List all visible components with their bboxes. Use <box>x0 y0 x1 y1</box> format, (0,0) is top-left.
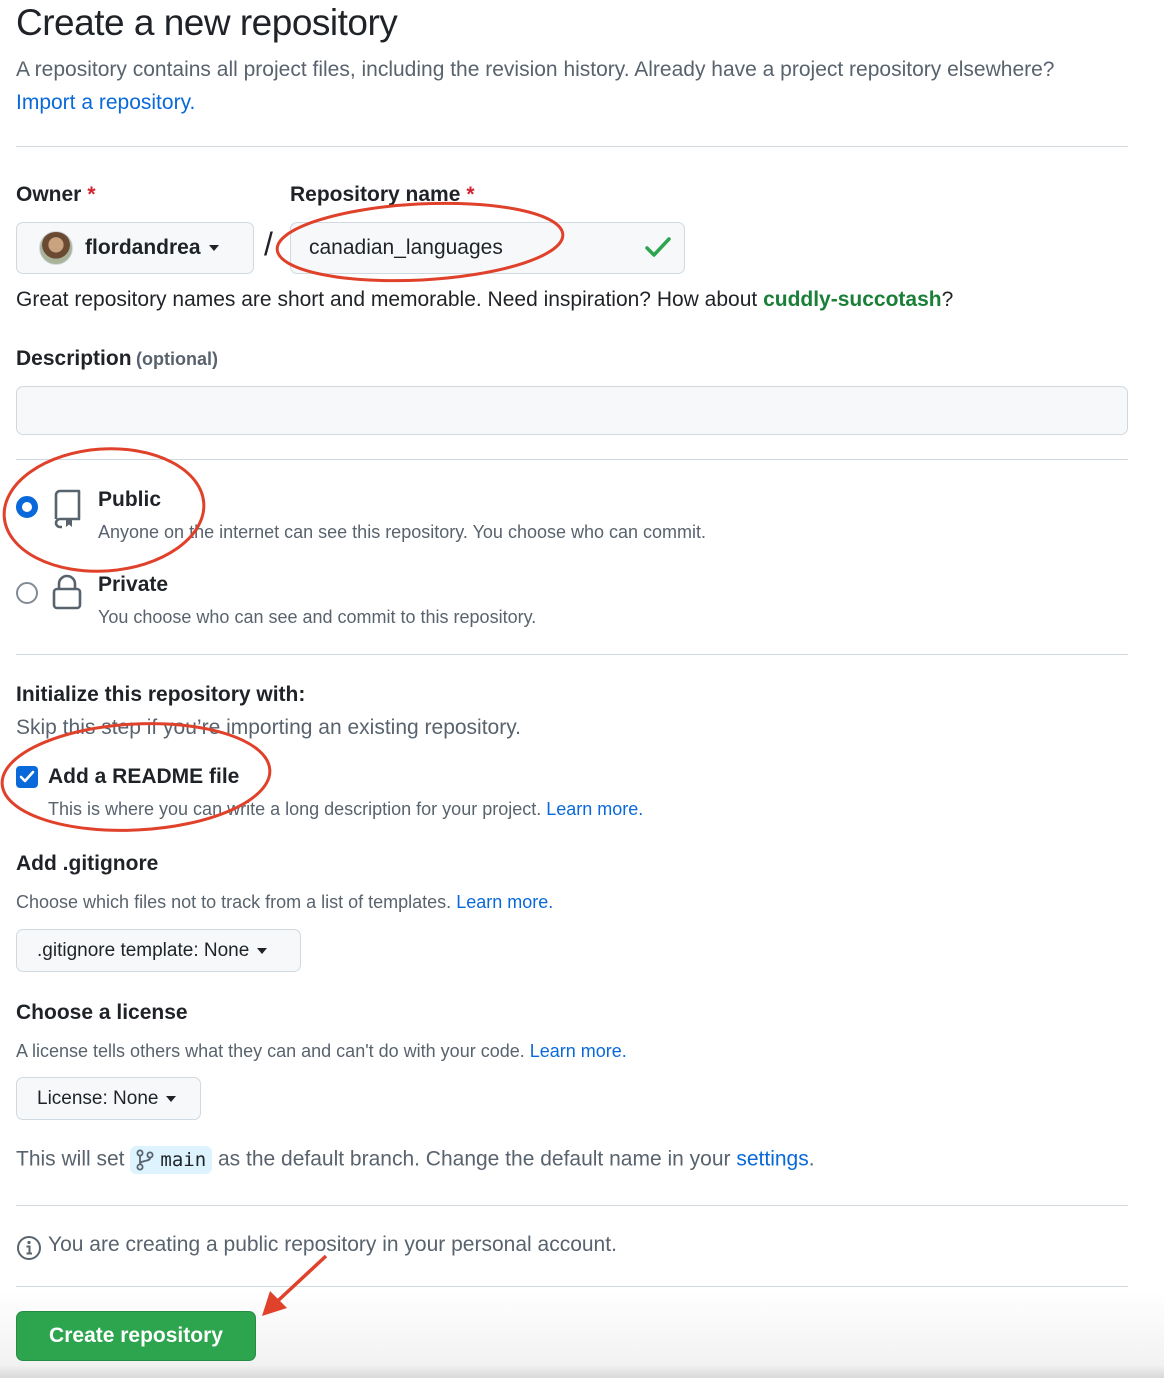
license-title: Choose a license <box>16 1001 188 1024</box>
add-readme-label[interactable]: Add a README file <box>48 765 239 789</box>
repository-name-label: Repository name * <box>290 183 475 207</box>
branch-name-badge: main <box>130 1146 213 1174</box>
description-input[interactable] <box>16 386 1128 435</box>
public-repo-notice: You are creating a public repository in … <box>48 1233 617 1256</box>
branch-prefix: This will set <box>16 1147 125 1171</box>
owner-label: Owner * <box>16 183 96 207</box>
gitignore-template-select[interactable]: .gitignore template: None <box>16 929 301 972</box>
gitignore-description: Choose which files not to track from a l… <box>16 892 553 913</box>
check-icon <box>645 237 671 257</box>
license-learn-more-link[interactable]: Learn more. <box>530 1041 627 1061</box>
repository-name-input[interactable]: canadian_languages <box>290 222 685 274</box>
description-label-text: Description <box>16 347 132 370</box>
initialize-subtitle: Skip this step if you’re importing an ex… <box>16 716 522 739</box>
owner-select[interactable]: flordandrea <box>16 222 254 274</box>
repository-name-hint: Great repository names are short and mem… <box>16 288 953 312</box>
visibility-public-description: Anyone on the internet can see this repo… <box>98 522 707 542</box>
required-mark: * <box>87 183 96 206</box>
add-readme-checkbox[interactable] <box>16 766 38 788</box>
visibility-public-radio[interactable] <box>16 496 38 518</box>
hint-text: Great repository names are short and mem… <box>16 288 758 311</box>
add-readme-description: This is where you can write a long descr… <box>48 799 643 820</box>
gitignore-description-text: Choose which files not to track from a l… <box>16 892 452 912</box>
license-select[interactable]: License: None <box>16 1077 201 1120</box>
info-icon <box>17 1236 41 1260</box>
owner-label-text: Owner <box>16 183 82 206</box>
create-repository-button[interactable]: Create repository <box>16 1311 256 1361</box>
visibility-private-description: You choose who can see and commit to thi… <box>98 607 537 627</box>
gitignore-title: Add .gitignore <box>16 852 159 875</box>
required-mark: * <box>466 183 475 206</box>
repository-name-value: canadian_languages <box>309 236 503 259</box>
initialize-title: Initialize this repository with: <box>16 683 306 706</box>
hint-suffix: ? <box>941 288 954 311</box>
gitignore-learn-more-link[interactable]: Learn more. <box>456 892 553 912</box>
divider <box>16 654 1128 655</box>
lead-text: A repository contains all project files,… <box>16 58 1055 81</box>
visibility-private-radio[interactable] <box>16 582 38 604</box>
caret-down-icon <box>208 245 219 251</box>
caret-down-icon <box>166 1095 177 1102</box>
readme-learn-more-link[interactable]: Learn more. <box>546 799 643 819</box>
visibility-private-title: Private <box>98 573 169 596</box>
gitignore-template-value: .gitignore template: None <box>37 939 250 961</box>
caret-down-icon <box>257 947 268 954</box>
default-branch-note: This will set main as the default branch… <box>16 1146 815 1174</box>
divider <box>16 1286 1128 1287</box>
avatar <box>39 231 73 265</box>
divider <box>16 1205 1128 1206</box>
settings-link[interactable]: settings <box>736 1148 808 1171</box>
branch-suffix: . <box>808 1147 815 1171</box>
readme-description-text: This is where you can write a long descr… <box>48 799 542 819</box>
repository-name-label-text: Repository name <box>290 183 461 206</box>
import-repository-link[interactable]: Import a repository. <box>16 91 195 114</box>
description-label: Description (optional) <box>16 347 218 371</box>
license-description: A license tells others what they can and… <box>16 1041 627 1062</box>
visibility-public-title: Public <box>98 488 162 511</box>
owner-value: flordandrea <box>85 236 201 259</box>
name-suggestion-link[interactable]: cuddly-succotash <box>763 288 942 311</box>
divider <box>16 459 1128 460</box>
optional-tag: (optional) <box>135 349 218 369</box>
license-value: License: None <box>37 1087 159 1109</box>
license-description-text: A license tells others what they can and… <box>16 1041 525 1061</box>
lock-icon <box>52 574 82 610</box>
git-branch-icon <box>136 1149 154 1171</box>
owner-repo-separator: / <box>264 226 273 262</box>
page-description: A repository contains all project files,… <box>16 53 1116 119</box>
branch-middle-text: as the default branch. Change the defaul… <box>217 1147 731 1171</box>
check-icon <box>19 770 35 783</box>
divider <box>16 146 1128 147</box>
repo-icon <box>54 489 81 529</box>
page-title: Create a new repository <box>16 2 398 43</box>
branch-name: main <box>160 1149 207 1171</box>
